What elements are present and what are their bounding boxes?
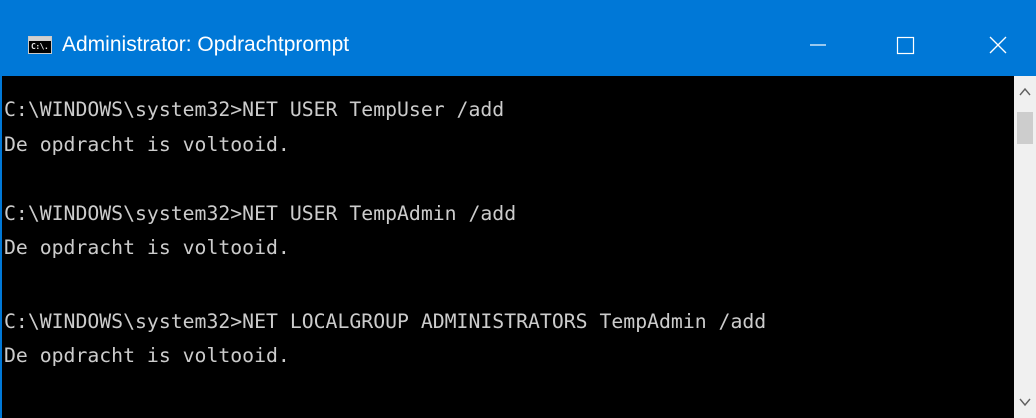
maximize-icon — [896, 36, 915, 55]
chevron-down-icon — [1019, 398, 1031, 407]
chevron-up-icon — [1019, 87, 1031, 96]
scroll-thumb[interactable] — [1017, 112, 1033, 144]
vertical-scrollbar[interactable] — [1014, 76, 1036, 418]
cmd-icon-glyph: C:\. — [31, 42, 49, 51]
window-title: Administrator: Opdrachtprompt — [62, 33, 350, 56]
close-icon — [989, 36, 1007, 54]
scroll-down-button[interactable] — [1014, 388, 1036, 418]
minimize-button[interactable] — [780, 12, 856, 76]
console-line: C:\WINDOWS\system32>NET USER TempAdmin /… — [4, 202, 517, 225]
window-border — [0, 76, 2, 418]
minimize-icon — [810, 44, 826, 46]
console-line: De opdracht is voltooid. — [4, 133, 290, 156]
console-line: De opdracht is voltooid. — [4, 236, 290, 259]
title-bar[interactable]: C:\. Administrator: Opdrachtprompt — [0, 0, 1036, 76]
console-line: C:\WINDOWS\system32>NET USER TempUser /a… — [4, 98, 505, 121]
cmd-console-icon[interactable]: C:\. — [28, 36, 52, 54]
scroll-up-button[interactable] — [1014, 76, 1036, 106]
console-output[interactable]: C:\WINDOWS\system32>NET USER TempUser /a… — [0, 76, 1014, 418]
command-prompt-window: C:\. Administrator: Opdrachtprompt C:\WI… — [0, 0, 1036, 418]
console-line: De opdracht is voltooid. — [4, 344, 290, 367]
close-button[interactable] — [956, 12, 1036, 76]
maximize-button[interactable] — [868, 12, 944, 76]
console-line: C:\WINDOWS\system32>NET LOCALGROUP ADMIN… — [4, 310, 767, 333]
